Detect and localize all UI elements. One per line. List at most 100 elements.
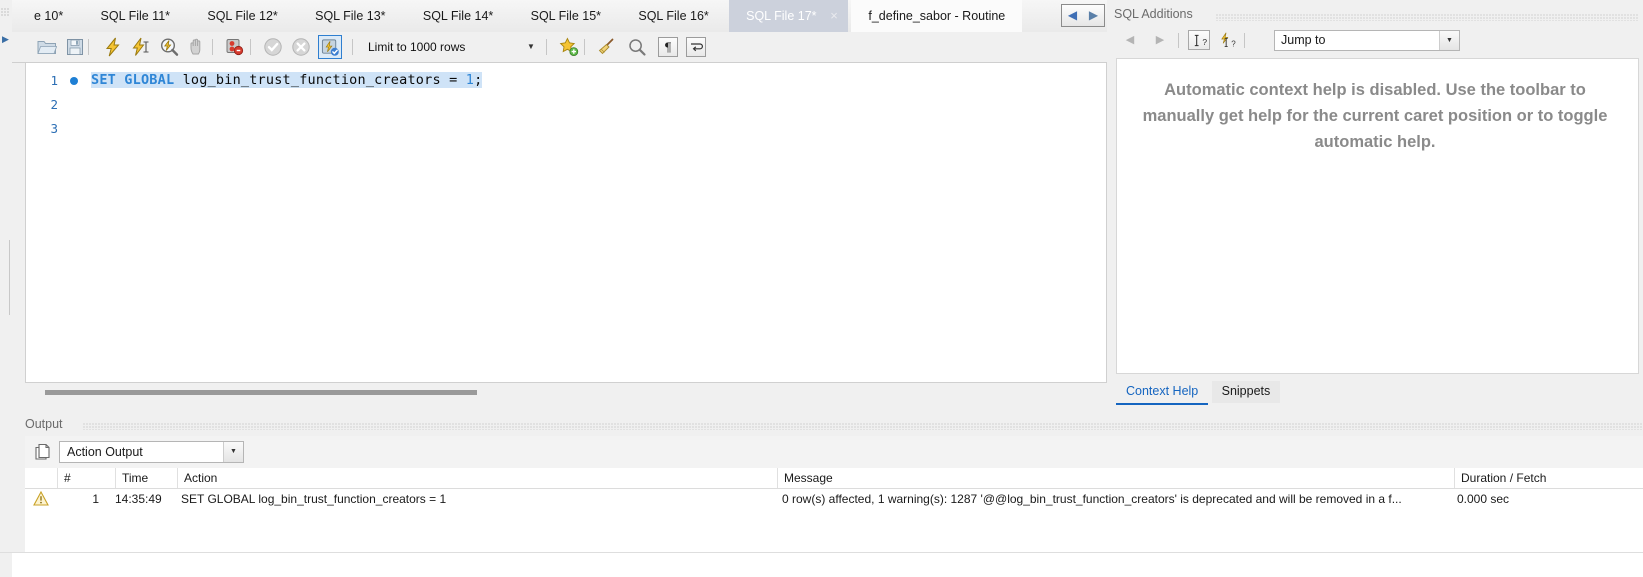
tab-label: Context Help (1126, 384, 1199, 398)
output-type-value: Action Output (67, 445, 143, 459)
beautify-query-button[interactable] (596, 36, 618, 58)
copy-rows-icon[interactable] (33, 442, 53, 462)
output-type-selector[interactable]: Action Output ▼ (59, 441, 244, 463)
pilcrow-icon: ¶ (664, 41, 672, 55)
tab-close-icon[interactable]: × (826, 0, 842, 32)
help-back-arrow-icon[interactable]: ◀ (1120, 31, 1140, 49)
rollback-transaction-button[interactable] (290, 36, 312, 58)
automatic-context-help-icon[interactable]: ? (1216, 30, 1238, 50)
row-limit-selector[interactable]: Limit to 1000 rows (364, 37, 465, 57)
editor-gutter: 1 2 3 (26, 63, 86, 382)
svg-text:?: ? (1231, 39, 1236, 48)
toolbar-separator (1244, 33, 1245, 48)
tab-sql-file-15[interactable]: SQL File 15* (514, 0, 618, 32)
toolbar-separator (88, 39, 89, 55)
tab-label: Snippets (1221, 384, 1271, 398)
find-button[interactable] (626, 36, 648, 58)
row-limit-label: Limit to 1000 rows (368, 40, 466, 54)
sql-identifier: log_bin_trust_function_creators (182, 72, 450, 88)
toggle-invisible-characters-button[interactable]: ¶ (658, 37, 678, 57)
toggle-autocommit-button[interactable] (318, 35, 342, 59)
tab-f-define-sabor-routine[interactable]: f_define_sabor - Routine (851, 0, 1023, 32)
save-sql-script-button[interactable] (64, 36, 86, 58)
column-header-message[interactable]: Message (777, 468, 1454, 488)
expand-sidebar-arrow-icon[interactable]: ▶ (0, 32, 11, 46)
help-forward-arrow-icon[interactable]: ▶ (1150, 31, 1170, 49)
lightning-bolt-caret-icon (132, 37, 149, 56)
search-icon (629, 39, 646, 56)
folder-icon (37, 41, 57, 54)
toolbar-separator (584, 39, 585, 55)
auto-help-lightning-icon: ? (1220, 32, 1236, 48)
jump-to-dropdown[interactable]: Jump to ▼ (1274, 30, 1460, 51)
tab-label: SQL File 12* (207, 9, 278, 23)
line-number: 2 (50, 97, 58, 112)
stop-statement-button[interactable] (186, 36, 208, 58)
stop-on-error-icon (226, 39, 244, 56)
execute-statement-button[interactable] (102, 36, 124, 58)
commit-check-icon (264, 38, 282, 56)
sql-additions-title: SQL Additions (1108, 7, 1199, 21)
tab-sql-file-14[interactable]: SQL File 14* (406, 0, 510, 32)
tab-label: SQL File 14* (422, 9, 494, 23)
tab-scroll-right-icon[interactable]: ▶ (1083, 5, 1104, 26)
left-rail-divider (9, 240, 10, 315)
tab-context-help[interactable]: Context Help (1116, 381, 1209, 405)
output-toolbar: Action Output ▼ (25, 436, 1643, 468)
left-rail: ▶ (0, 0, 12, 577)
tab-scroll-left-icon[interactable]: ◀ (1062, 5, 1083, 26)
wrap-arrow-icon (691, 43, 703, 52)
execute-current-statement-button[interactable] (130, 36, 152, 58)
toolbar-separator (212, 39, 213, 55)
toggle-stop-on-error-button[interactable] (224, 36, 246, 58)
statement-marker-icon (70, 77, 78, 85)
tab-sql-file-11[interactable]: SQL File 11* (84, 0, 187, 32)
sql-code-editor[interactable]: 1 2 3 SET GLOBAL log_bin_trust_function_… (25, 63, 1107, 383)
jump-to-dropdown-arrow-icon[interactable]: ▼ (1439, 31, 1459, 50)
line-number: 1 (50, 73, 58, 88)
column-header-duration-fetch[interactable]: Duration / Fetch (1454, 468, 1643, 488)
column-header-status[interactable] (25, 468, 57, 488)
tab-sql-file-17[interactable]: SQL File 17* × (729, 0, 849, 32)
column-header-action[interactable]: Action (177, 468, 777, 488)
stop-hand-icon (190, 38, 201, 55)
tab-sql-file-10[interactable]: e 10* (12, 0, 80, 32)
toggle-word-wrap-button[interactable] (686, 37, 706, 57)
open-sql-script-button[interactable] (36, 36, 58, 58)
magnifier-lightning-icon (160, 38, 179, 56)
tab-snippets[interactable]: Snippets (1211, 381, 1281, 403)
sql-number: 1 (465, 72, 475, 88)
context-help-icon[interactable]: ? (1188, 30, 1210, 50)
code-line-1[interactable]: SET GLOBAL log_bin_trust_function_creato… (91, 72, 483, 88)
save-snippet-button[interactable] (558, 36, 580, 58)
tab-label: SQL File 11* (100, 9, 171, 23)
column-header-number[interactable]: # (57, 468, 115, 488)
line-number: 3 (50, 121, 58, 136)
editor-tab-bar: e 10* SQL File 11* SQL File 12* SQL File… (12, 0, 1107, 33)
editor-horizontal-scrollbar-thumb[interactable] (45, 390, 477, 395)
toolbar-separator (250, 39, 251, 55)
caption-dotted-rule (1216, 14, 1639, 21)
sql-additions-tab-bar: Context Help Snippets (1116, 381, 1281, 405)
column-header-time[interactable]: Time (115, 468, 177, 488)
tab-sql-file-13[interactable]: SQL File 13* (298, 0, 402, 32)
star-plus-icon (559, 37, 579, 57)
stacked-pages-icon (35, 443, 50, 460)
sql-additions-toolbar: ◀ ▶ ? ? Jump to ▼ (1112, 26, 1639, 54)
explain-statement-button[interactable] (158, 36, 180, 58)
context-help-body: Automatic context help is disabled. Use … (1116, 58, 1639, 374)
row-limit-dropdown-arrow-icon[interactable]: ▼ (522, 37, 540, 57)
tab-sql-file-16[interactable]: SQL File 16* (621, 0, 725, 32)
tab-sql-file-12[interactable]: SQL File 12* (190, 0, 294, 32)
sql-semicolon: ; (474, 72, 483, 88)
tab-label: SQL File 13* (315, 9, 386, 23)
broom-icon (598, 38, 614, 55)
autocommit-icon (321, 38, 339, 56)
table-row[interactable]: 1 14:35:49 SET GLOBAL log_bin_trust_func… (25, 488, 1643, 510)
toolbar-separator (1178, 33, 1179, 48)
output-type-dropdown-arrow-icon[interactable]: ▼ (223, 442, 243, 462)
cell-time: 14:35:49 (115, 492, 162, 506)
commit-transaction-button[interactable] (262, 36, 284, 58)
tab-scroll-buttons[interactable]: ◀ ▶ (1061, 4, 1105, 27)
left-rail-grip[interactable] (0, 0, 12, 24)
